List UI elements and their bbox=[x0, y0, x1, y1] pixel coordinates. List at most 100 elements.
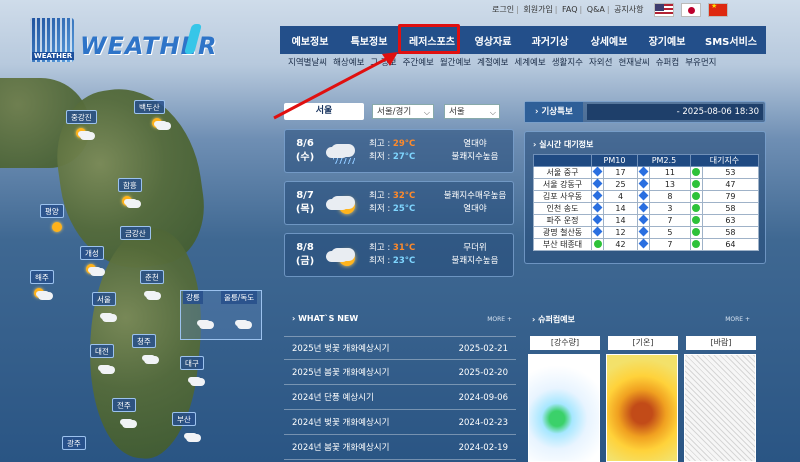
cloudy-icon bbox=[231, 317, 253, 331]
list-item[interactable]: 2024년 벚꽃 개화예상시기 2024-02-23 bbox=[284, 411, 516, 435]
language-flags bbox=[654, 3, 728, 17]
map-city-baekdusan[interactable]: 백두산 bbox=[134, 100, 165, 114]
subnav-item[interactable]: 주간예보 bbox=[403, 56, 434, 68]
city-tab[interactable]: 서울 bbox=[284, 103, 364, 120]
normal-dot-icon bbox=[692, 203, 701, 212]
wind-map-thumbnail[interactable] bbox=[684, 354, 756, 462]
temp-map-thumbnail[interactable] bbox=[606, 354, 678, 462]
map-city-ulleung-dokdo[interactable]: 울릉/독도 bbox=[221, 291, 258, 304]
good-diamond-icon bbox=[592, 190, 603, 201]
map-city-geumgangsan[interactable]: 금강산 bbox=[120, 226, 151, 240]
normal-dot-icon bbox=[692, 179, 701, 188]
partly-cloudy-icon bbox=[32, 288, 54, 302]
map-city-seoul[interactable]: 서울 bbox=[92, 292, 116, 306]
partly-cloudy-icon bbox=[323, 188, 359, 218]
subnav-item[interactable]: 계절예보 bbox=[477, 56, 508, 68]
jp-flag-icon[interactable] bbox=[681, 3, 701, 17]
cloudy-icon bbox=[96, 310, 118, 324]
korea-weather-map: 백두산 중강진 함흥 평양 금강산 개성 해주 춘천 서울 강릉 울릉/독도 청… bbox=[0, 78, 270, 462]
list-item[interactable]: 2024년 단풍 예상시기 2024-09-06 bbox=[284, 386, 516, 410]
cloudy-icon bbox=[180, 430, 202, 444]
aq-header bbox=[533, 154, 592, 167]
whats-new-title: › WHAT`S NEW bbox=[292, 314, 359, 323]
subnav-item[interactable]: 슈퍼컴 bbox=[656, 56, 679, 68]
subnav-item[interactable]: 부유먼지 bbox=[685, 56, 716, 68]
map-city-pyongyang[interactable]: 평양 bbox=[40, 204, 64, 218]
weather-alert: › 기상특보 - 2025-08-06 18:30 bbox=[524, 101, 766, 123]
map-city-cheongju[interactable]: 청주 bbox=[132, 334, 156, 348]
subnav-item[interactable]: 자외선 bbox=[589, 56, 612, 68]
notice-link[interactable]: 공지사항 bbox=[614, 5, 643, 14]
table-row[interactable]: 파주 운정 14 7 63 bbox=[533, 214, 760, 227]
list-item[interactable]: 2025년 봄꽃 개화예상시기 2025-02-20 bbox=[284, 361, 516, 385]
supercomputer-more-link[interactable]: MORE + bbox=[725, 316, 750, 323]
chevron-right-icon: › bbox=[292, 314, 296, 323]
table-row[interactable]: 서울 강동구 25 13 47 bbox=[533, 178, 760, 191]
map-city-junggangjin[interactable]: 중강진 bbox=[66, 110, 97, 124]
map-city-gaeseong[interactable]: 개성 bbox=[80, 246, 104, 260]
city-select[interactable]: 서울 ⌵ bbox=[444, 104, 500, 119]
login-link[interactable]: 로그인 bbox=[492, 5, 514, 14]
nav-detailed-forecast[interactable]: 상세예보 bbox=[580, 33, 638, 48]
table-row[interactable]: 부산 태종대 42 7 64 bbox=[533, 238, 760, 251]
nav-imagery[interactable]: 영상자료 bbox=[466, 33, 520, 48]
cloudy-icon bbox=[140, 288, 162, 302]
good-diamond-icon bbox=[638, 178, 649, 189]
map-city-daegu[interactable]: 대구 bbox=[180, 356, 204, 370]
good-diamond-icon bbox=[592, 226, 603, 237]
site-logo[interactable]: WEATHER WEATHER bbox=[30, 16, 216, 68]
good-diamond-icon bbox=[638, 214, 649, 225]
good-diamond-icon bbox=[638, 202, 649, 213]
table-row[interactable]: 인천 송도 14 3 58 bbox=[533, 202, 760, 215]
sunny-icon bbox=[50, 222, 72, 236]
city-select-value: 서울 bbox=[449, 107, 465, 117]
air-quality-table: PM10 PM2.5 대기지수 서울 중구 17 11 53 서울 강동구 25… bbox=[533, 154, 760, 251]
sub-nav: 지역별날씨 해상예보 그 정보 주간예보 월간예보 계절예보 세계예보 생활지수… bbox=[288, 56, 716, 68]
cn-flag-icon[interactable] bbox=[708, 3, 728, 17]
region-select[interactable]: 서울/경기 ⌵ bbox=[372, 104, 434, 119]
subnav-item[interactable]: 월간예보 bbox=[440, 56, 471, 68]
nav-forecast[interactable]: 예보정보 bbox=[280, 33, 340, 48]
sc-label-precip: [강수량] bbox=[530, 336, 600, 350]
subnav-item[interactable]: 해상예보 bbox=[333, 56, 364, 68]
subnav-item[interactable]: 세계예보 bbox=[514, 56, 545, 68]
subnav-item[interactable]: 그 정보 bbox=[370, 56, 396, 68]
map-city-jeonju[interactable]: 전주 bbox=[112, 398, 136, 412]
air-quality-title: › 실시간 대기정보 bbox=[533, 140, 594, 149]
nav-long-range[interactable]: 장기예보 bbox=[638, 33, 696, 48]
news-more-link[interactable]: MORE + bbox=[487, 316, 512, 323]
map-city-daejeon[interactable]: 대전 bbox=[90, 344, 114, 358]
subnav-item[interactable]: 지역별날씨 bbox=[288, 56, 327, 68]
table-row[interactable]: 광명 철산동 12 5 58 bbox=[533, 226, 760, 239]
sc-label-temp: [기온] bbox=[608, 336, 678, 350]
good-diamond-icon bbox=[592, 202, 603, 213]
aq-header: PM2.5 bbox=[637, 154, 691, 167]
list-item[interactable]: 2025년 벚꽃 개화예상시기 2025-02-21 bbox=[284, 336, 516, 360]
alert-title[interactable]: › 기상특보 bbox=[525, 102, 583, 122]
nav-sms[interactable]: SMS서비스 bbox=[696, 33, 766, 48]
map-city-chuncheon[interactable]: 춘천 bbox=[140, 270, 164, 284]
table-row[interactable]: 서울 중구 17 11 53 bbox=[533, 166, 760, 179]
good-diamond-icon bbox=[638, 238, 649, 249]
forecast-temps: 최고 : 29°C 최저 : 27°C bbox=[369, 139, 416, 162]
faq-link[interactable]: FAQ bbox=[562, 5, 578, 14]
nav-warnings[interactable]: 특보정보 bbox=[340, 33, 398, 48]
list-item[interactable]: 2024년 봄꽃 개화예상시기 2024-02-19 bbox=[284, 436, 516, 460]
subnav-item[interactable]: 현재날씨 bbox=[618, 56, 649, 68]
map-city-busan[interactable]: 부산 bbox=[172, 412, 196, 426]
map-city-haeju[interactable]: 해주 bbox=[30, 270, 54, 284]
precip-map-thumbnail[interactable] bbox=[528, 354, 600, 462]
map-city-gangneung[interactable]: 강릉 bbox=[183, 291, 203, 304]
normal-dot-icon bbox=[593, 239, 602, 248]
subnav-item[interactable]: 생활지수 bbox=[552, 56, 583, 68]
table-row[interactable]: 김포 사우동 4 8 79 bbox=[533, 190, 760, 203]
signup-link[interactable]: 회원가입 bbox=[523, 5, 552, 14]
normal-dot-icon bbox=[692, 167, 701, 176]
map-city-gwangju[interactable]: 광주 bbox=[62, 436, 86, 450]
good-diamond-icon bbox=[638, 166, 649, 177]
nav-past-weather[interactable]: 과거기상 bbox=[520, 33, 580, 48]
qna-link[interactable]: Q&A bbox=[587, 5, 605, 14]
map-city-hamheung[interactable]: 함흥 bbox=[118, 178, 142, 192]
normal-dot-icon bbox=[692, 239, 701, 248]
us-flag-icon[interactable] bbox=[654, 3, 674, 17]
